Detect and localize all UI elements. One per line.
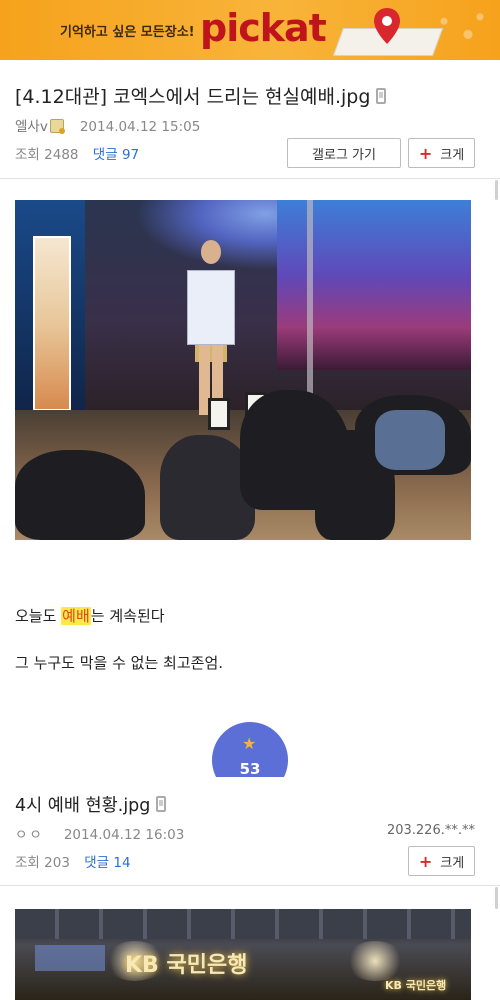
photo-frame <box>208 398 230 430</box>
photo-sign <box>35 945 105 971</box>
ad-decoration <box>432 8 492 52</box>
ad-logo: pickat <box>200 6 327 50</box>
plus-icon: + <box>418 143 433 163</box>
divider <box>0 885 500 886</box>
photo-light <box>345 941 405 981</box>
comments-link[interactable]: 댓글 97 <box>93 147 139 163</box>
plus-icon: + <box>418 851 433 871</box>
views-label: 조회 <box>15 147 40 163</box>
post-title[interactable]: 4시 예배 현황.jpg <box>15 792 167 817</box>
comments-link[interactable]: 댓글 14 <box>84 855 130 871</box>
recommend-count: 53 <box>239 760 261 778</box>
ad-banner[interactable]: 기억하고 싶은 모든장소! pickat <box>0 0 500 60</box>
photo-bank-sign-small: KB 국민은행 <box>385 979 447 992</box>
post-body-line: 그 누구도 막을 수 없는 최고존엄. <box>15 654 224 672</box>
badge-mask <box>200 777 300 807</box>
photo-standing-banner <box>33 236 71 411</box>
level-icon <box>49 119 65 134</box>
post-title[interactable]: [4.12대관] 코엑스에서 드리는 현실예배.jpg <box>15 82 387 109</box>
ad-tagline: 기억하고 싶은 모든장소! <box>60 25 195 40</box>
post-date: 2014.04.12 16:03 <box>63 827 185 843</box>
post-date: 2014.04.12 15:05 <box>79 119 201 135</box>
gallog-button[interactable]: 갤로그 가기 <box>287 138 401 168</box>
photo-bank-sign: KB 국민은행 <box>125 953 248 978</box>
location-pin-icon <box>374 8 400 44</box>
post-body-line: 오늘도 예배는 계속된다 <box>15 607 165 625</box>
photo-kneeling-person <box>15 450 145 540</box>
author-name[interactable]: 엘사v <box>15 119 48 135</box>
phone-icon <box>376 88 387 104</box>
star-icon: ★ <box>242 734 257 753</box>
enlarge-button[interactable]: + 크게 <box>408 846 475 876</box>
post-stats: 조회 2488 댓글 97 <box>15 143 139 163</box>
post-meta: 엘사v 2014.04.12 15:05 <box>15 115 200 135</box>
author-name: ㅇㅇ <box>15 827 44 843</box>
views-count: 2488 <box>44 147 79 163</box>
ip-address: 203.226.**.** <box>386 823 475 838</box>
photo-person-head <box>201 240 221 264</box>
photo-person-sign <box>187 270 235 345</box>
post-photo[interactable] <box>15 200 471 540</box>
scrollbar[interactable] <box>495 887 498 909</box>
divider <box>0 178 500 179</box>
views-count: 203 <box>44 855 70 871</box>
post-stats: 조회 203 댓글 14 <box>15 851 131 871</box>
highlighted-word: 예배 <box>61 607 91 625</box>
phone-icon <box>156 796 167 812</box>
scrollbar[interactable] <box>495 180 498 200</box>
photo-ceiling <box>15 909 471 939</box>
views-label: 조회 <box>15 855 40 871</box>
photo-jeans <box>375 410 445 470</box>
post-photo[interactable]: KB 국민은행 KB 국민은행 <box>15 909 471 1000</box>
enlarge-button[interactable]: + 크게 <box>408 138 475 168</box>
post-meta: ㅇㅇ 2014.04.12 16:03 <box>15 823 184 843</box>
